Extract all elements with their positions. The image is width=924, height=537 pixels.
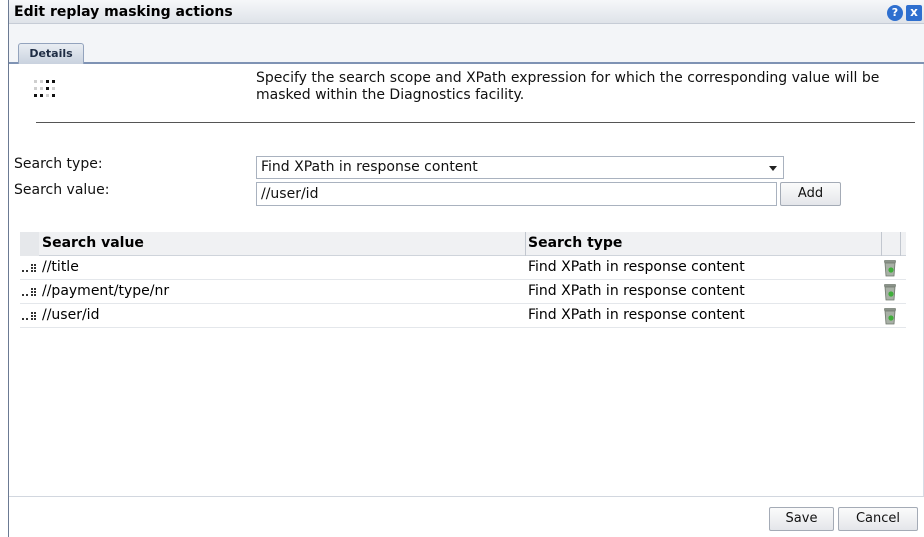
- search-value-label: Search value:: [14, 182, 110, 198]
- table-row[interactable]: //title Find XPath in response content: [20, 256, 906, 280]
- search-type-cell: Find XPath in response content: [528, 259, 745, 275]
- dialog-footer: Save Cancel: [9, 496, 924, 537]
- close-icon[interactable]: x: [906, 5, 922, 21]
- search-type-select[interactable]: Find XPath in response content: [256, 156, 784, 179]
- search-value-cell: //payment/type/nr: [42, 283, 170, 299]
- edit-replay-masking-dialog: Edit replay masking actions ? x Details …: [9, 0, 924, 537]
- drag-handle-icon[interactable]: [22, 311, 36, 321]
- handle-column-header: [20, 232, 39, 256]
- search-type-cell: Find XPath in response content: [528, 283, 745, 299]
- help-icon[interactable]: ?: [887, 5, 903, 21]
- search-type-cell: Find XPath in response content: [528, 307, 745, 323]
- column-separator[interactable]: [900, 232, 901, 256]
- dialog-title: Edit replay masking actions: [14, 4, 233, 20]
- search-type-selected-value: Find XPath in response content: [261, 159, 478, 175]
- search-type-label: Search type:: [14, 156, 103, 172]
- tab-details[interactable]: Details: [18, 43, 84, 64]
- divider: [36, 122, 915, 123]
- table-row[interactable]: //payment/type/nr Find XPath in response…: [20, 280, 906, 304]
- column-separator[interactable]: [881, 232, 882, 256]
- search-value-cell: //title: [42, 259, 79, 275]
- trash-icon[interactable]: [883, 307, 897, 325]
- chevron-down-icon: [769, 166, 777, 171]
- masking-actions-table: Search value Search type //title Find XP…: [20, 232, 906, 328]
- drag-handle-icon[interactable]: [22, 263, 36, 273]
- drag-dots-icon: [34, 80, 55, 97]
- search-value-input[interactable]: //user/id: [256, 182, 777, 206]
- column-header-search-value[interactable]: Search value: [42, 235, 144, 251]
- search-value-cell: //user/id: [42, 307, 100, 323]
- trash-icon[interactable]: [883, 259, 897, 277]
- add-button[interactable]: Add: [780, 182, 841, 206]
- cancel-button[interactable]: Cancel: [838, 507, 918, 531]
- dialog-titlebar: Edit replay masking actions ? x: [9, 0, 924, 24]
- column-header-search-type[interactable]: Search type: [528, 235, 622, 251]
- tab-strip: Details: [9, 24, 924, 64]
- trash-icon[interactable]: [883, 283, 897, 301]
- table-row[interactable]: //user/id Find XPath in response content: [20, 304, 906, 328]
- details-panel: Specify the search scope and XPath expre…: [9, 64, 924, 496]
- drag-handle-icon[interactable]: [22, 287, 36, 297]
- table-header: Search value Search type: [20, 232, 906, 256]
- intro-description: Specify the search scope and XPath expre…: [256, 70, 880, 103]
- save-button[interactable]: Save: [769, 507, 834, 531]
- column-separator[interactable]: [525, 232, 526, 256]
